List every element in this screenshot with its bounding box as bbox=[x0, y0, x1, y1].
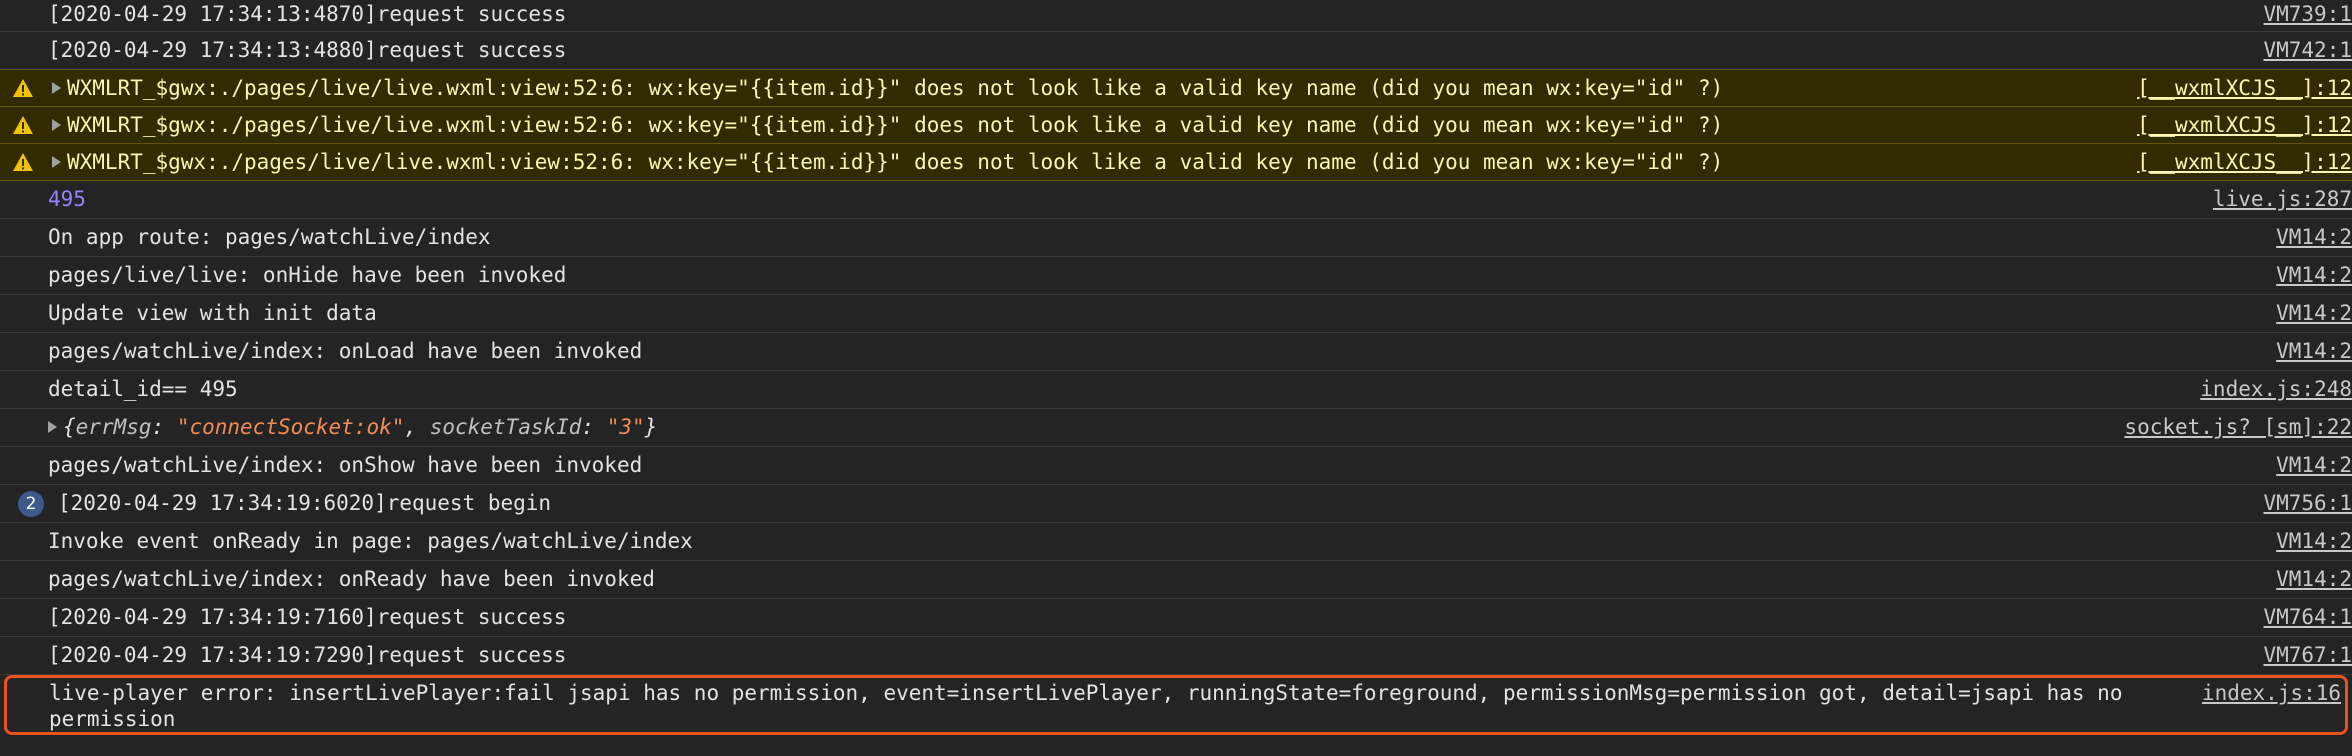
console-row: 2 [2020-04-29 17:34:19:6020]request begi… bbox=[0, 485, 2352, 523]
highlighted-error-row: live-player error: insertLivePlayer:fail… bbox=[4, 675, 2348, 735]
warning-text: WXMLRT_$gwx:./pages/live/live.wxml:view:… bbox=[67, 76, 1724, 100]
console-row: [2020-04-29 17:34:13:4880]request succes… bbox=[0, 32, 2352, 70]
log-message: [2020-04-29 17:34:13:4870]request succes… bbox=[48, 2, 567, 26]
source-link[interactable]: VM742:1 bbox=[2251, 36, 2352, 64]
log-message: [2020-04-29 17:34:19:7290]request succes… bbox=[48, 643, 567, 667]
warning-icon bbox=[13, 116, 33, 134]
source-link[interactable]: [__wxmlXCJS__]:12 bbox=[2125, 111, 2352, 139]
source-link[interactable]: VM14:2 bbox=[2264, 451, 2352, 479]
console-row: pages/live/live: onHide have been invoke… bbox=[0, 257, 2352, 295]
console-row: [2020-04-29 17:34:19:7160]request succes… bbox=[0, 599, 2352, 637]
console-row: 495 live.js:287 bbox=[0, 181, 2352, 219]
source-link[interactable]: index.js:248 bbox=[2188, 375, 2352, 403]
source-link[interactable]: VM14:2 bbox=[2264, 261, 2352, 289]
warning-icon bbox=[13, 153, 33, 171]
console-row: pages/watchLive/index: onShow have been … bbox=[0, 447, 2352, 485]
object-string-value: "connectSocket:ok" bbox=[176, 415, 405, 439]
console-warning-row[interactable]: WXMLRT_$gwx:./pages/live/live.wxml:view:… bbox=[0, 69, 2352, 107]
expand-triangle-icon[interactable] bbox=[48, 421, 57, 433]
object-string-value: "3" bbox=[606, 415, 645, 439]
source-link[interactable]: index.js:16 bbox=[2189, 680, 2341, 706]
console-row: Update view with init data VM14:2 bbox=[0, 295, 2352, 333]
console-row: Invoke event onReady in page: pages/watc… bbox=[0, 523, 2352, 561]
source-link[interactable]: VM767:1 bbox=[2251, 641, 2352, 669]
source-link[interactable]: VM764:1 bbox=[2251, 603, 2352, 631]
warning-message: WXMLRT_$gwx:./pages/live/live.wxml:view:… bbox=[52, 107, 1723, 139]
log-message: [2020-04-29 17:34:19:7160]request succes… bbox=[48, 605, 567, 629]
source-link[interactable]: [__wxmlXCJS__]:12 bbox=[2125, 148, 2352, 176]
source-link[interactable]: VM14:2 bbox=[2264, 223, 2352, 251]
console-row: [2020-04-29 17:34:19:7290]request succes… bbox=[0, 637, 2352, 675]
source-link[interactable]: VM739:1 bbox=[2251, 0, 2352, 28]
console-panel: [2020-04-29 17:34:13:4870]request succes… bbox=[0, 0, 2352, 756]
log-message: Invoke event onReady in page: pages/watc… bbox=[48, 529, 693, 553]
log-message: detail_id== 495 bbox=[48, 377, 238, 401]
object-close-brace: } bbox=[644, 415, 658, 439]
repeat-count-badge: 2 bbox=[18, 491, 44, 517]
log-message: On app route: pages/watchLive/index bbox=[48, 225, 491, 249]
warning-text: WXMLRT_$gwx:./pages/live/live.wxml:view:… bbox=[67, 150, 1724, 174]
warning-message: WXMLRT_$gwx:./pages/live/live.wxml:view:… bbox=[52, 70, 1723, 102]
object-key: socketTaskId bbox=[429, 415, 582, 439]
source-link[interactable]: VM14:2 bbox=[2264, 337, 2352, 365]
object-open-brace: { bbox=[63, 415, 76, 439]
console-row: [2020-04-29 17:34:13:4870]request succes… bbox=[0, 0, 2352, 32]
console-row: detail_id== 495 index.js:248 bbox=[0, 371, 2352, 409]
expand-triangle-icon[interactable] bbox=[52, 119, 61, 131]
log-message: Update view with init data bbox=[48, 301, 377, 325]
log-message: pages/live/live: onHide have been invoke… bbox=[48, 263, 567, 287]
source-link[interactable]: live.js:287 bbox=[2201, 185, 2352, 213]
log-message: [2020-04-29 17:34:19:6020]request begin bbox=[58, 491, 552, 515]
object-key: errMsg bbox=[75, 415, 152, 439]
console-row: pages/watchLive/index: onLoad have been … bbox=[0, 333, 2352, 371]
expand-triangle-icon[interactable] bbox=[52, 82, 61, 94]
console-row: On app route: pages/watchLive/index VM14… bbox=[0, 219, 2352, 257]
object-preview: {errMsg: "connectSocket:ok", socketTaskI… bbox=[48, 409, 657, 441]
log-message: pages/watchLive/index: onLoad have been … bbox=[48, 339, 643, 363]
source-link[interactable]: socket.js? [sm]:22 bbox=[2112, 413, 2352, 441]
source-link[interactable]: VM14:2 bbox=[2264, 565, 2352, 593]
source-link[interactable]: [__wxmlXCJS__]:12 bbox=[2125, 74, 2352, 102]
object-colon: : bbox=[581, 415, 607, 439]
log-message: pages/watchLive/index: onReady have been… bbox=[48, 567, 655, 591]
object-separator: , bbox=[404, 415, 430, 439]
console-object-row[interactable]: {errMsg: "connectSocket:ok", socketTaskI… bbox=[0, 409, 2352, 447]
object-colon: : bbox=[151, 415, 177, 439]
log-message: [2020-04-29 17:34:13:4880]request succes… bbox=[48, 38, 567, 62]
error-message: live-player error: insertLivePlayer:fail… bbox=[49, 681, 2123, 731]
number-value: 495 bbox=[48, 187, 86, 211]
source-link[interactable]: VM756:1 bbox=[2251, 489, 2352, 517]
warning-text: WXMLRT_$gwx:./pages/live/live.wxml:view:… bbox=[67, 113, 1724, 137]
source-link[interactable]: VM14:2 bbox=[2264, 299, 2352, 327]
warning-icon bbox=[13, 79, 33, 97]
warning-message: WXMLRT_$gwx:./pages/live/live.wxml:view:… bbox=[52, 144, 1723, 176]
log-message: pages/watchLive/index: onShow have been … bbox=[48, 453, 643, 477]
expand-triangle-icon[interactable] bbox=[52, 156, 61, 168]
console-warning-row[interactable]: WXMLRT_$gwx:./pages/live/live.wxml:view:… bbox=[0, 106, 2352, 144]
console-row: pages/watchLive/index: onReady have been… bbox=[0, 561, 2352, 599]
console-warning-row[interactable]: WXMLRT_$gwx:./pages/live/live.wxml:view:… bbox=[0, 143, 2352, 181]
source-link[interactable]: VM14:2 bbox=[2264, 527, 2352, 555]
